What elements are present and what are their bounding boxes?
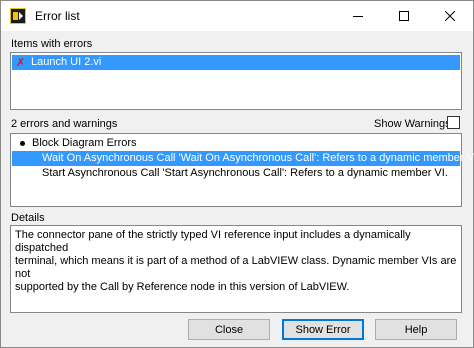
tree-item-error[interactable]: Start Asynchronous Call 'Start Asynchron… [12,166,460,181]
tree-item-error[interactable]: Wait On Asynchronous Call 'Wait On Async… [12,151,474,166]
errors-tree[interactable]: Block Diagram Errors Wait On Asynchronou… [10,133,474,207]
item-label: Launch UI 2.vi [31,56,102,68]
labview-app-icon [10,8,26,24]
errors-count-label: 2 errors and warnings [11,118,118,130]
show-error-button[interactable]: Show Error [282,319,364,340]
maximize-button[interactable] [381,1,427,31]
error-label: Wait On Asynchronous Call 'Wait On Async… [42,152,474,164]
error-list-dialog: Error list Items with errors ✗ Launch UI… [0,0,474,348]
error-label: Start Asynchronous Call 'Start Asynchron… [42,167,448,179]
details-text-area[interactable]: The connector pane of the strictly typed… [10,225,462,313]
items-with-errors-list[interactable]: ✗ Launch UI 2.vi [10,52,462,110]
close-window-button[interactable] [427,1,473,31]
title-bar[interactable]: Error list [1,1,473,31]
show-warnings-label: Show Warnings [374,118,451,130]
maximize-icon [399,11,409,21]
error-x-icon: ✗ [16,56,26,69]
minimize-button[interactable] [335,1,381,31]
items-with-errors-label: Items with errors [11,38,93,50]
tree-group-block-diagram-errors[interactable]: Block Diagram Errors [12,136,460,151]
group-label: Block Diagram Errors [32,137,137,149]
list-item[interactable]: ✗ Launch UI 2.vi [12,55,460,70]
show-warnings-checkbox[interactable] [447,116,460,129]
help-button[interactable]: Help [375,319,457,340]
close-button[interactable]: Close [188,319,270,340]
bullet-icon [20,141,25,146]
details-label: Details [11,212,45,224]
window-title: Error list [35,9,80,23]
minimize-icon [353,16,363,17]
close-icon [445,11,455,21]
